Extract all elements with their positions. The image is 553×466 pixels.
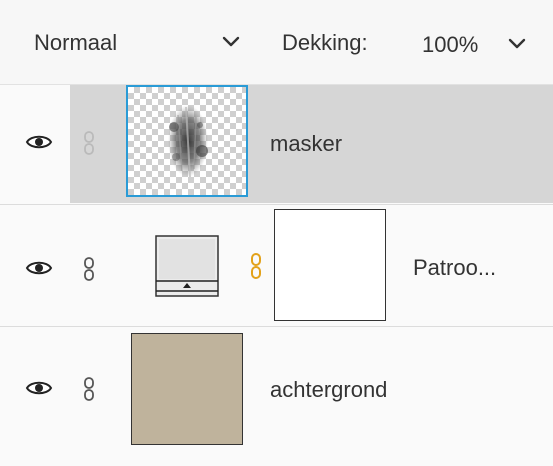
pattern-adjustment-thumbnail[interactable]	[155, 235, 219, 297]
eye-icon[interactable]	[25, 259, 53, 277]
layer-thumbnail[interactable]	[126, 85, 248, 197]
eye-icon[interactable]	[25, 133, 53, 151]
chain-link-icon[interactable]	[83, 257, 95, 281]
layer-row-masker[interactable]: masker	[0, 85, 553, 203]
layer-thumbnail[interactable]	[131, 333, 243, 445]
chain-link-icon[interactable]	[83, 377, 95, 401]
opacity-value[interactable]: 100%	[422, 32, 478, 58]
mask-link-icon[interactable]	[250, 253, 262, 279]
eye-icon[interactable]	[25, 379, 53, 397]
layer-row-achtergrond[interactable]: achtergrond	[0, 327, 553, 466]
blend-mode-value[interactable]: Normaal	[34, 30, 117, 56]
chain-link-icon	[83, 131, 95, 155]
layer-row-patroon[interactable]: Patroo...	[0, 205, 553, 325]
layer-name[interactable]: achtergrond	[270, 377, 387, 403]
chevron-down-icon[interactable]	[507, 36, 527, 52]
layers-toolbar: Normaal Dekking: 100%	[0, 0, 553, 85]
pattern-adjustment-icon	[155, 235, 219, 297]
chevron-down-icon[interactable]	[221, 34, 241, 50]
layer-mask-thumbnail[interactable]	[274, 209, 386, 321]
layers-panel: Normaal Dekking: 100% masker Patroo... a…	[0, 0, 553, 466]
layer-name[interactable]: masker	[270, 131, 342, 157]
grunge-shape-icon	[168, 105, 208, 178]
opacity-label: Dekking:	[282, 30, 368, 55]
layer-name[interactable]: Patroo...	[413, 255, 496, 281]
